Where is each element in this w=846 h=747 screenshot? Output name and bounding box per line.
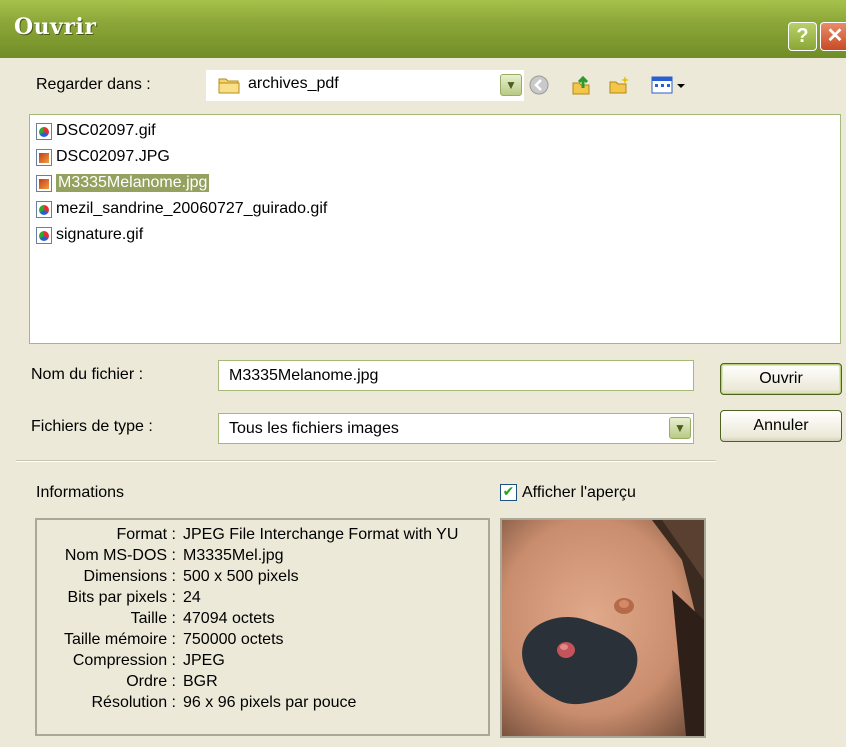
info-value: 750000 octets (183, 631, 284, 648)
filename-input[interactable] (218, 360, 694, 391)
preview-checkbox[interactable]: ✔ (500, 484, 517, 501)
info-key: Format : (116, 526, 176, 543)
info-row: Résolution : 96 x 96 pixels par pouce (37, 694, 492, 714)
info-key: Résolution : (91, 694, 177, 711)
filename-label: Nom du fichier : (31, 366, 144, 383)
file-item[interactable]: mezil_sandrine_20060727_guirado.gif (36, 198, 327, 220)
informations-panel: Format : JPEG File Interchange Format wit… (35, 518, 490, 736)
file-name: mezil_sandrine_20060727_guirado.gif (56, 200, 328, 217)
view-menu-icon[interactable] (650, 74, 690, 96)
info-row: Ordre : BGR (37, 673, 492, 693)
info-key: Ordre : (126, 673, 176, 690)
close-button[interactable]: ✕ (820, 22, 846, 51)
file-item[interactable]: DSC02097.gif (36, 120, 156, 142)
informations-heading: Informations (36, 484, 125, 501)
info-row: Taille : 47094 octets (37, 610, 492, 630)
info-row: Taille mémoire : 750000 octets (37, 631, 492, 651)
open-dialog: Ouvrir ? ✕ Regarder dans : archives_pdf … (0, 0, 846, 747)
info-value: 500 x 500 pixels (183, 568, 299, 585)
gif-file-icon (36, 122, 52, 140)
info-key: Taille : (130, 610, 176, 627)
file-item-selected[interactable]: M3335Melanome.jpg (36, 172, 210, 194)
title-bar[interactable]: Ouvrir ? ✕ (0, 0, 846, 58)
file-item[interactable]: DSC02097.JPG (36, 146, 170, 168)
gif-file-icon (36, 200, 52, 218)
jpg-file-icon (36, 174, 52, 192)
info-value: 24 (183, 589, 201, 606)
back-icon[interactable] (528, 74, 550, 96)
info-row: Compression : JPEG (37, 652, 492, 672)
info-value: 47094 octets (183, 610, 275, 627)
file-item[interactable]: signature.gif (36, 224, 143, 246)
info-key: Bits par pixels : (67, 589, 176, 606)
info-row: Dimensions : 500 x 500 pixels (37, 568, 492, 588)
jpg-file-icon (36, 148, 52, 166)
window-title: Ouvrir (14, 14, 97, 40)
filetype-value: Tous les fichiers images (229, 420, 399, 437)
open-button[interactable]: Ouvrir (720, 363, 842, 395)
file-name: M3335Melanome.jpg (56, 174, 210, 192)
lookin-folder-name: archives_pdf (248, 75, 339, 92)
filetype-label: Fichiers de type : (31, 418, 153, 435)
info-value: 96 x 96 pixels par pouce (183, 694, 357, 711)
info-row: Nom MS-DOS : M3335Mel.jpg (37, 547, 492, 567)
cancel-button[interactable]: Annuler (720, 410, 842, 442)
info-value: JPEG File Interchange Format with YU (183, 526, 459, 543)
preview-checkbox-label: Afficher l'aperçu (522, 484, 636, 501)
gif-file-icon (36, 226, 52, 244)
chevron-down-icon[interactable]: ▼ (669, 417, 691, 439)
image-preview (500, 518, 706, 738)
info-key: Compression : (72, 652, 176, 669)
help-button[interactable]: ? (788, 22, 817, 51)
info-row: Bits par pixels : 24 (37, 589, 492, 609)
info-value: BGR (183, 673, 218, 690)
file-name: DSC02097.JPG (56, 148, 170, 165)
chevron-down-icon[interactable]: ▼ (500, 74, 522, 96)
up-folder-icon[interactable] (570, 74, 592, 96)
info-key: Dimensions : (83, 568, 176, 585)
file-list[interactable]: DSC02097.gif DSC02097.JPG M3335Melanome.… (29, 114, 841, 344)
divider (16, 460, 716, 462)
info-value: JPEG (183, 652, 225, 669)
info-value: M3335Mel.jpg (183, 547, 284, 564)
lookin-label: Regarder dans : (36, 76, 151, 93)
file-name: signature.gif (56, 226, 144, 243)
new-folder-icon[interactable] (608, 74, 630, 96)
folder-icon (218, 76, 240, 99)
info-key: Taille mémoire : (63, 631, 176, 648)
info-row: Format : JPEG File Interchange Format wit… (37, 526, 492, 546)
file-name: DSC02097.gif (56, 122, 156, 139)
info-key: Nom MS-DOS : (64, 547, 176, 564)
filetype-select[interactable]: Tous les fichiers images ▼ (218, 413, 694, 444)
lookin-combo[interactable]: archives_pdf ▼ (206, 70, 524, 101)
